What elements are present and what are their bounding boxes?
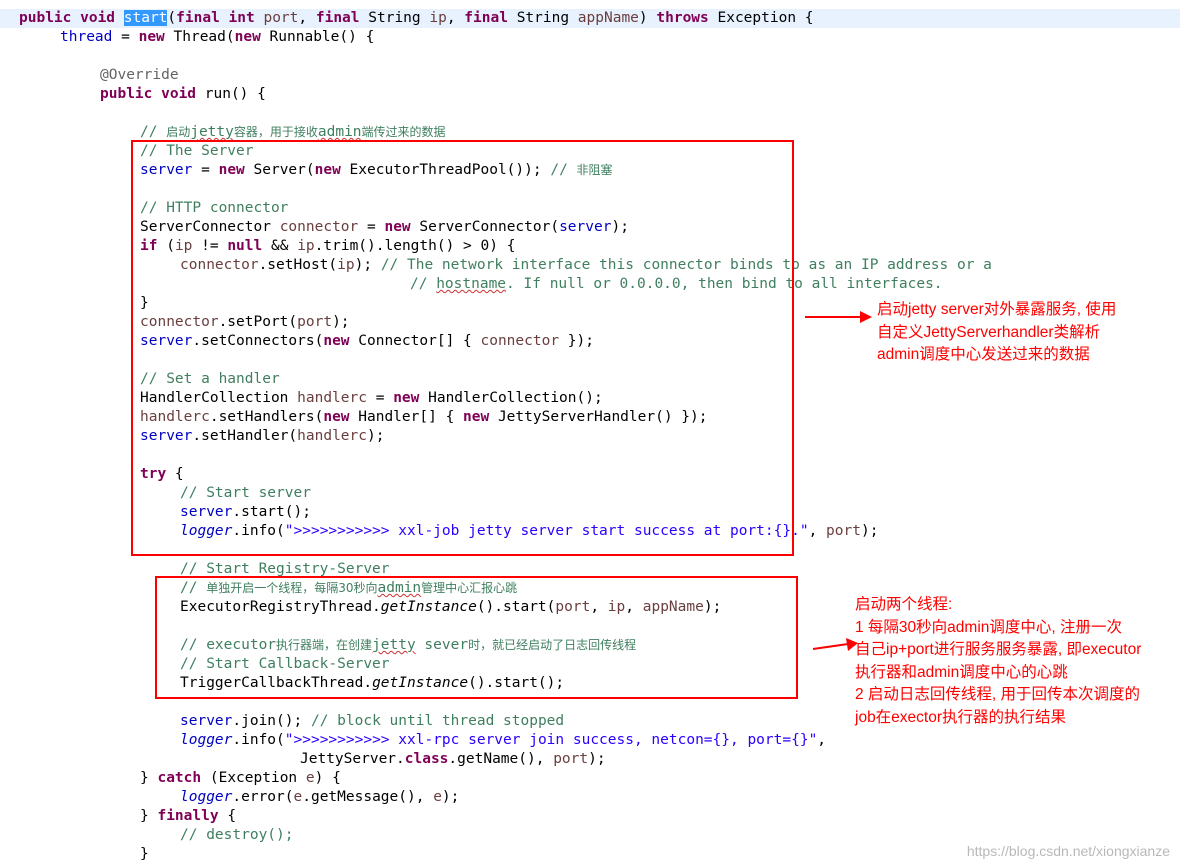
watermark: https://blog.csdn.net/xiongxianze bbox=[966, 843, 1170, 859]
code-editor[interactable]: public void start(final int port, final … bbox=[0, 0, 1180, 867]
arrowhead-note-jetty bbox=[860, 311, 872, 323]
annotation-note-jetty-server: 启动jetty server对外暴露服务, 使用 自定义JettyServerh… bbox=[877, 301, 1117, 363]
annotation-note-threads: 启动两个线程: 1 每隔30秒向admin调度中心, 注册一次 自己ip+por… bbox=[855, 596, 1142, 726]
arrow-to-note-threads bbox=[812, 643, 849, 650]
annotation-arrows bbox=[805, 311, 872, 651]
